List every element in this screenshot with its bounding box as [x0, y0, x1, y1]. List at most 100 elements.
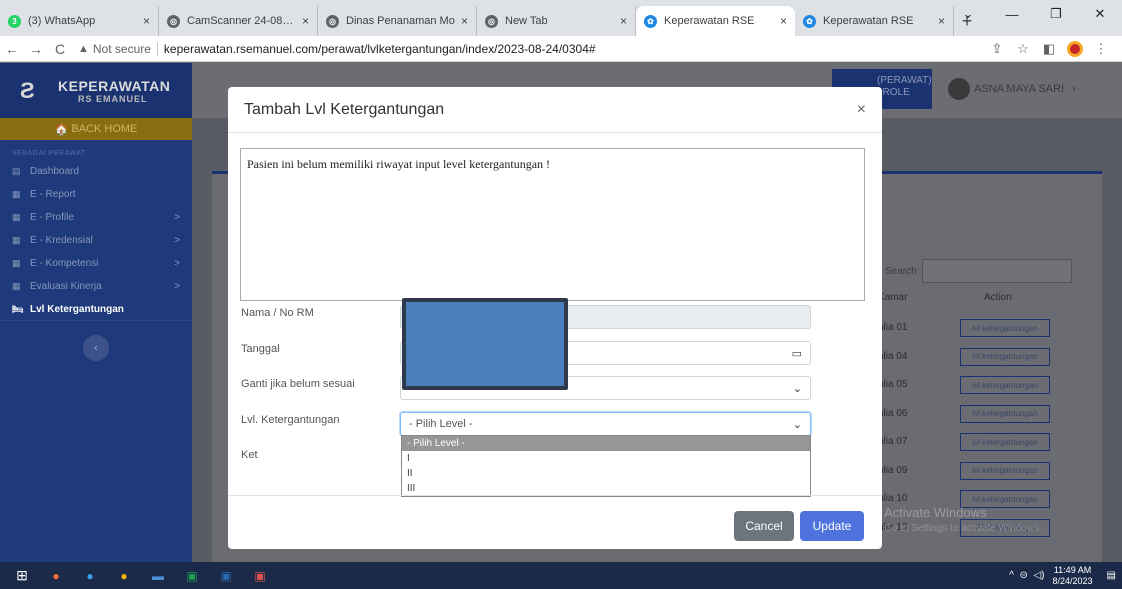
firefox-icon[interactable]: ● [42, 562, 70, 589]
file-explorer-icon[interactable]: ▬ [144, 562, 172, 589]
nama-label: Nama / No RM [241, 307, 314, 319]
chevron-right-icon: > [174, 258, 180, 269]
sidebar-item-icon: ▦ [12, 258, 21, 268]
bookmark-star-icon[interactable]: ☆ [1010, 41, 1036, 57]
tab-close-icon[interactable]: × [302, 14, 309, 28]
tab-title: Keperawatan RSE [664, 15, 755, 27]
windows-taskbar: ⊞ ● ● ● ▬ ▣ ▣ ▣ ^ ⊝ ◁) 11:49 AM 8/24/202… [0, 562, 1122, 589]
cancel-button[interactable]: Cancel [734, 511, 794, 541]
table-cell-kamar: hlia 04 [878, 350, 908, 362]
tanggal-label: Tanggal [241, 343, 280, 355]
sidebar-item[interactable]: ▦ E - Kredensial > [0, 229, 192, 252]
browser-tab-bar: 3 (3) WhatsApp × ◎ CamScanner 24-08-20 × ◎ Dina… [0, 0, 1122, 36]
brand-subtitle: RS EMANUEL [78, 93, 148, 104]
level-option[interactable]: III [402, 481, 810, 496]
sidebar-item[interactable]: ▦ E - Profile > [0, 206, 192, 229]
lvl-ketergantungan-button[interactable]: lvl ketergantungan [960, 404, 1050, 423]
excel-icon[interactable]: ▣ [178, 562, 206, 589]
tab-close-icon[interactable]: × [143, 14, 150, 28]
brand-logo-icon: Ƨ [20, 77, 35, 103]
browser-tab[interactable]: 3 (3) WhatsApp × [0, 6, 159, 36]
browser-tab[interactable]: ◎ New Tab × [477, 6, 636, 36]
profile-avatar-icon[interactable] [1067, 40, 1083, 57]
lvl-ketergantungan-button[interactable]: lvl ketergantungan [960, 433, 1050, 451]
close-window-button[interactable]: ✕ [1078, 0, 1122, 28]
forward-arrow-icon[interactable]: → [24, 41, 48, 57]
browser-tab[interactable]: ✿ Keperawatan RSE × [795, 6, 954, 36]
edge-icon[interactable]: ● [76, 562, 104, 589]
volume-icon[interactable]: ◁) [1033, 570, 1044, 581]
sidebar-item-label: E - Kompetensi [30, 258, 99, 269]
update-button[interactable]: Update [800, 511, 864, 541]
sidebar-item[interactable]: ▦ E - Kompetensi > [0, 252, 192, 275]
tab-close-icon[interactable]: × [938, 14, 945, 28]
word-icon[interactable]: ▣ [212, 562, 240, 589]
col-header-action[interactable]: Action [984, 292, 1012, 303]
window-controls: ⌄ — ❐ ✕ [946, 0, 1122, 28]
back-arrow-icon[interactable]: ← [0, 41, 24, 57]
table-cell-kamar: hlia 07 [878, 436, 908, 447]
tab-search-icon[interactable]: ⌄ [946, 0, 990, 28]
tab-close-icon[interactable]: × [780, 14, 787, 28]
system-tray: ^ ⊝ ◁) 11:49 AM 8/24/2023 ▤ [1009, 565, 1122, 587]
calendar-icon[interactable]: ▭ [792, 347, 802, 360]
browser-tab[interactable]: ◎ CamScanner 24-08-20 × [159, 6, 318, 36]
tray-chevron-icon[interactable]: ^ [1009, 570, 1014, 581]
activate-windows-watermark: Activate Windows [884, 505, 987, 520]
home-icon: 🏠 [54, 123, 72, 136]
network-icon[interactable]: ⊝ [1020, 570, 1028, 581]
tab-title: Keperawatan RSE [823, 15, 914, 27]
sidebar-item-label: Dashboard [30, 166, 79, 177]
tab-close-icon[interactable]: × [461, 14, 468, 28]
tab-favicon-icon: ◎ [326, 14, 339, 28]
level-option[interactable]: I [402, 451, 810, 466]
restore-button[interactable]: ❐ [1034, 0, 1078, 28]
sidebar-item-icon: ▦ [12, 189, 21, 199]
sidebar-item-icon: ▦ [12, 235, 21, 245]
back-home-button[interactable]: 🏠 BACK HOME [0, 118, 192, 140]
ganti-label: Ganti jika belum sesuai [241, 378, 355, 390]
url-field[interactable]: ▲ Not secure keperawatan.rsemanuel.com/p… [78, 41, 984, 56]
warning-icon: ▲ [78, 42, 89, 55]
sidebar-item[interactable]: 🛏 Lvl Ketergantungan [0, 298, 192, 321]
sidebar-item[interactable]: ▤ Dashboard [0, 160, 192, 183]
notification-icon[interactable]: ▤ [1107, 570, 1116, 581]
windows-start-icon[interactable]: ⊞ [8, 562, 36, 589]
sidebar-item-icon: 🛏 [12, 303, 24, 314]
sidebar-item-label: E - Kredensial [30, 235, 93, 246]
reload-icon[interactable]: C [48, 41, 72, 57]
modal-footer: Cancel Update [228, 495, 882, 549]
browser-tab[interactable]: ◎ Dinas Penanaman Mo × [318, 6, 477, 36]
lvl-ketergantungan-button[interactable]: lvl ketergantungan [960, 319, 1050, 337]
level-option[interactable]: - Pilih Level - [402, 436, 810, 451]
sidebar-collapse-button[interactable]: ‹ [83, 335, 109, 361]
browser-tab[interactable]: ✿ Keperawatan RSE × [636, 6, 795, 36]
level-select[interactable]: - Pilih Level - ⌄ [400, 412, 811, 436]
lvl-ketergantungan-button[interactable]: lvl ketergantungan [960, 376, 1050, 394]
tab-close-icon[interactable]: × [620, 14, 627, 28]
search-input[interactable] [922, 259, 1072, 283]
menu-kebab-icon[interactable]: ⋮ [1088, 41, 1114, 57]
sidebar-item[interactable]: ▦ E - Report [0, 183, 192, 206]
user-menu[interactable]: ASNA MAYA SARI › [934, 69, 1122, 109]
sidebar-item[interactable]: ▦ Evaluasi Kinerja > [0, 275, 192, 298]
minimize-button[interactable]: — [990, 0, 1034, 28]
col-header-kamar[interactable]: Kamar [878, 292, 907, 303]
clock[interactable]: 11:49 AM 8/24/2023 [1053, 565, 1093, 587]
sidebar-panel-icon[interactable]: ◧ [1036, 41, 1062, 57]
sidebar-item-icon: ▤ [12, 166, 21, 176]
url-text: keperawatan.rsemanuel.com/perawat/lvlket… [163, 41, 596, 56]
tab-title: Dinas Penanaman Mo [346, 15, 455, 27]
sidebar-section-heading: SEBAGAI PERAWAT [12, 150, 86, 157]
close-icon[interactable]: × [857, 101, 866, 119]
level-option[interactable]: II [402, 466, 810, 481]
address-bar: ← → C ▲ Not secure keperawatan.rsemanuel… [0, 36, 1122, 62]
share-icon[interactable]: ⇪ [984, 41, 1010, 57]
table-cell-kamar: hlia 10 [878, 493, 908, 504]
chrome-icon[interactable]: ● [110, 562, 138, 589]
lvl-ketergantungan-button[interactable]: lvl ketergantungan [960, 461, 1050, 480]
lvl-ketergantungan-button[interactable]: lvl ketergantungan [960, 347, 1050, 366]
powerpoint-icon[interactable]: ▣ [246, 562, 274, 589]
brand[interactable]: Ƨ KEPERAWATAN RS EMANUEL [0, 63, 192, 118]
brand-title: KEPERAWATAN [58, 77, 171, 94]
